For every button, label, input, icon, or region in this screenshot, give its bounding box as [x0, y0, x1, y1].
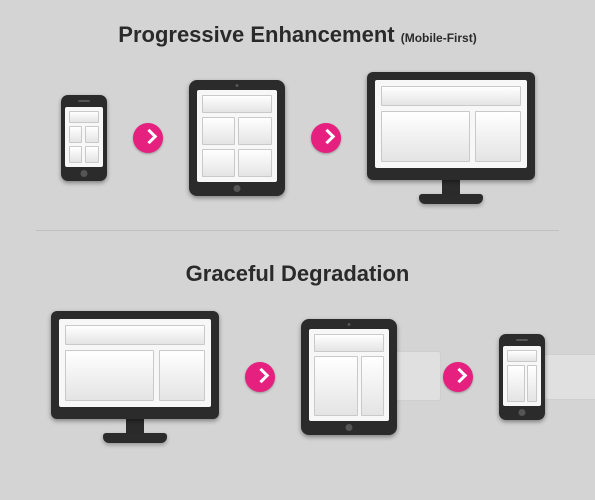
smartphone-icon: [61, 95, 107, 181]
degradation-row: [51, 311, 545, 443]
title-main: Progressive Enhancement: [118, 22, 394, 47]
desktop-monitor-icon: [367, 72, 535, 204]
chevron-right-icon: [245, 362, 275, 392]
progressive-enhancement-section: Progressive Enhancement (Mobile-First): [0, 0, 595, 204]
smartphone-with-overflow-icon: [499, 334, 545, 420]
desktop-monitor-icon: [51, 311, 219, 443]
graceful-degradation-section: Graceful Degradation: [0, 231, 595, 443]
section-title-top: Progressive Enhancement (Mobile-First): [118, 22, 476, 48]
tablet-icon: [189, 80, 285, 196]
title-main: Graceful Degradation: [186, 261, 410, 286]
title-subtitle: (Mobile-First): [401, 31, 477, 45]
section-title-bottom: Graceful Degradation: [186, 261, 410, 287]
chevron-right-icon: [443, 362, 473, 392]
chevron-right-icon: [133, 123, 163, 153]
progressive-row: [61, 72, 535, 204]
tablet-with-overflow-icon: [301, 319, 397, 435]
chevron-right-icon: [311, 123, 341, 153]
